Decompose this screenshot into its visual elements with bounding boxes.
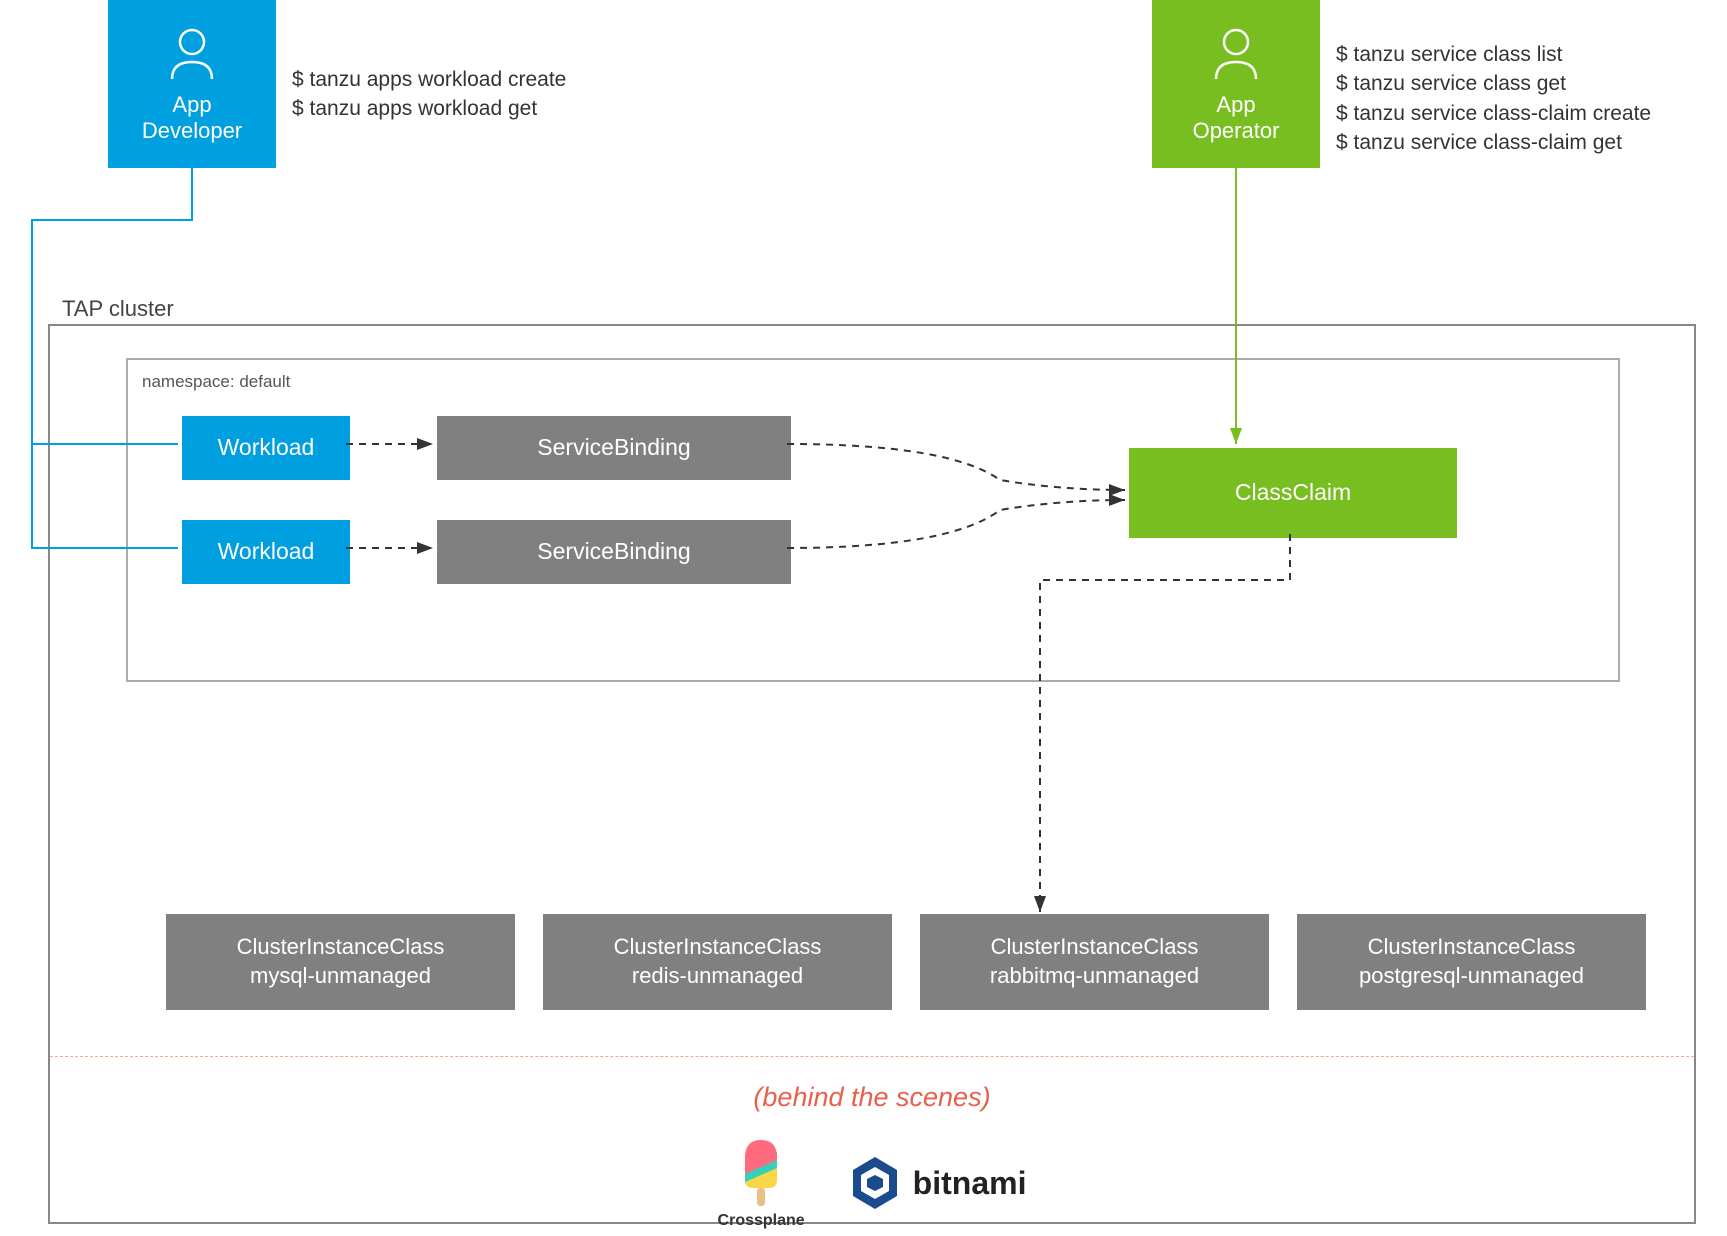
cic-sub: mysql-unmanaged [250, 962, 431, 991]
app-operator-persona: AppOperator [1152, 0, 1320, 168]
cic-redis: ClusterInstanceClass redis-unmanaged [543, 914, 892, 1010]
cic-postgresql: ClusterInstanceClass postgresql-unmanage… [1297, 914, 1646, 1010]
cic-sub: postgresql-unmanaged [1359, 962, 1584, 991]
cic-title: ClusterInstanceClass [237, 933, 445, 962]
cmd-line: $ tanzu service class list [1336, 40, 1651, 69]
cluster-instance-class-row: ClusterInstanceClass mysql-unmanaged Clu… [166, 914, 1646, 1010]
cmd-line: $ tanzu apps workload get [292, 94, 566, 123]
tap-cluster-box: TAP cluster namespace: default Workload … [48, 324, 1696, 1224]
cmd-line: $ tanzu service class-claim create [1336, 99, 1651, 128]
cic-title: ClusterInstanceClass [1368, 933, 1576, 962]
servicebinding-1: ServiceBinding [437, 416, 791, 480]
workload-2: Workload [182, 520, 350, 584]
crossplane-logo: Crossplane [718, 1136, 805, 1230]
cic-sub: rabbitmq-unmanaged [990, 962, 1199, 991]
app-operator-label: AppOperator [1193, 92, 1280, 145]
namespace-label: namespace: default [142, 372, 290, 392]
classclaim-node: ClassClaim [1129, 448, 1457, 538]
person-icon [1206, 24, 1266, 84]
cic-title: ClusterInstanceClass [614, 933, 822, 962]
workload-1: Workload [182, 416, 350, 480]
servicebinding-2: ServiceBinding [437, 520, 791, 584]
crossplane-text: Crossplane [718, 1212, 805, 1230]
cmd-line: $ tanzu service class get [1336, 69, 1651, 98]
cic-rabbitmq: ClusterInstanceClass rabbitmq-unmanaged [920, 914, 1269, 1010]
cic-title: ClusterInstanceClass [991, 933, 1199, 962]
bitnami-logo: bitnami [845, 1153, 1027, 1213]
cic-mysql: ClusterInstanceClass mysql-unmanaged [166, 914, 515, 1010]
tap-cluster-label: TAP cluster [62, 296, 174, 322]
divider-line [50, 1056, 1694, 1057]
app-developer-persona: AppDeveloper [108, 0, 276, 168]
person-icon [162, 24, 222, 84]
bitnami-text: bitnami [913, 1165, 1027, 1202]
namespace-box: namespace: default Workload Workload Ser… [126, 358, 1620, 682]
hexagon-icon [845, 1153, 905, 1213]
logos-row: Crossplane bitnami [50, 1136, 1694, 1230]
cmd-line: $ tanzu apps workload create [292, 65, 566, 94]
popsicle-icon [737, 1136, 785, 1208]
cmd-line: $ tanzu service class-claim get [1336, 128, 1651, 157]
app-developer-label: AppDeveloper [142, 92, 242, 145]
behind-the-scenes-label: (behind the scenes) [50, 1082, 1694, 1113]
cic-sub: redis-unmanaged [632, 962, 803, 991]
developer-commands: $ tanzu apps workload create $ tanzu app… [292, 65, 566, 124]
operator-commands: $ tanzu service class list $ tanzu servi… [1336, 40, 1651, 158]
